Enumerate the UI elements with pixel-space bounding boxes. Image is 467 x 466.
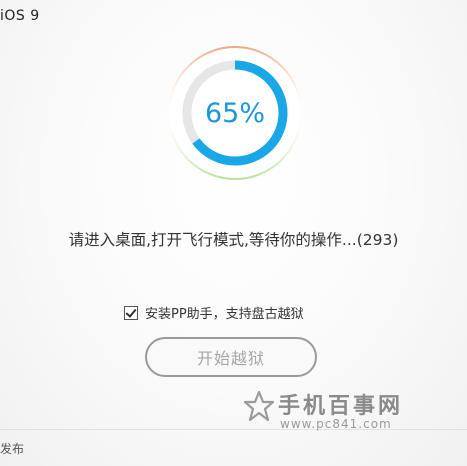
watermark: 手机百事网 www.pc841.com (244, 388, 444, 438)
start-jailbreak-button[interactable]: 开始越狱 (145, 337, 317, 377)
status-message: 请进入桌面,打开飞行模式,等待你的操作...(293) (68, 231, 399, 249)
window-title: iOS 9 (0, 8, 40, 24)
install-pp-option[interactable]: 安装PP助手，支持盘古越狱 (124, 303, 304, 322)
star-logo-icon (244, 390, 274, 422)
watermark-url: www.pc841.com (280, 417, 392, 431)
progress-percent: 65% (204, 97, 265, 129)
install-pp-label: 安装PP助手，支持盘古越狱 (145, 307, 304, 322)
footer-text: 发布 (0, 442, 25, 456)
watermark-title: 手机百事网 (278, 394, 404, 419)
install-pp-checkbox[interactable] (124, 305, 138, 320)
progress-ring: 65% (167, 45, 303, 181)
